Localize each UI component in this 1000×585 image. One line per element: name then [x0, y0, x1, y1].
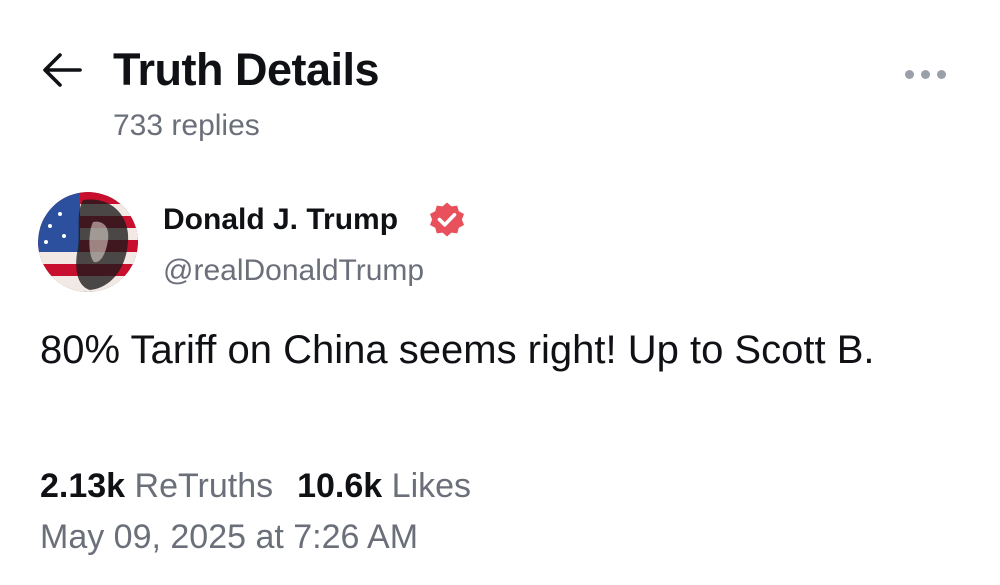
avatar-image	[38, 192, 138, 292]
back-button[interactable]	[40, 50, 84, 90]
page-title: Truth Details	[113, 44, 380, 95]
post-stats: 2.13k ReTruths 10.6k Likes	[40, 466, 495, 506]
author-handle[interactable]: @realDonaldTrump	[163, 253, 424, 289]
likes-stat[interactable]: 10.6k Likes	[297, 466, 471, 506]
verified-badge-icon	[428, 201, 466, 239]
post-timestamp: May 09, 2025 at 7:26 AM	[40, 518, 419, 556]
replies-count[interactable]: 733 replies	[113, 108, 260, 144]
more-options-button[interactable]	[901, 60, 951, 90]
more-horizontal-icon	[921, 70, 930, 79]
avatar[interactable]	[38, 192, 138, 292]
arrow-left-icon	[43, 53, 82, 87]
page-header: Truth Details 733 replies	[0, 0, 1000, 160]
likes-count: 10.6k	[297, 467, 383, 505]
retruths-stat[interactable]: 2.13k ReTruths	[40, 466, 273, 506]
more-horizontal-icon	[905, 70, 914, 79]
retruths-label: ReTruths	[134, 467, 274, 505]
post-text: 80% Tariff on China seems right! Up to S…	[40, 328, 875, 372]
author-name[interactable]: Donald J. Trump	[163, 202, 398, 238]
retruths-count: 2.13k	[40, 467, 126, 505]
likes-label: Likes	[391, 467, 472, 505]
more-horizontal-icon	[937, 70, 946, 79]
